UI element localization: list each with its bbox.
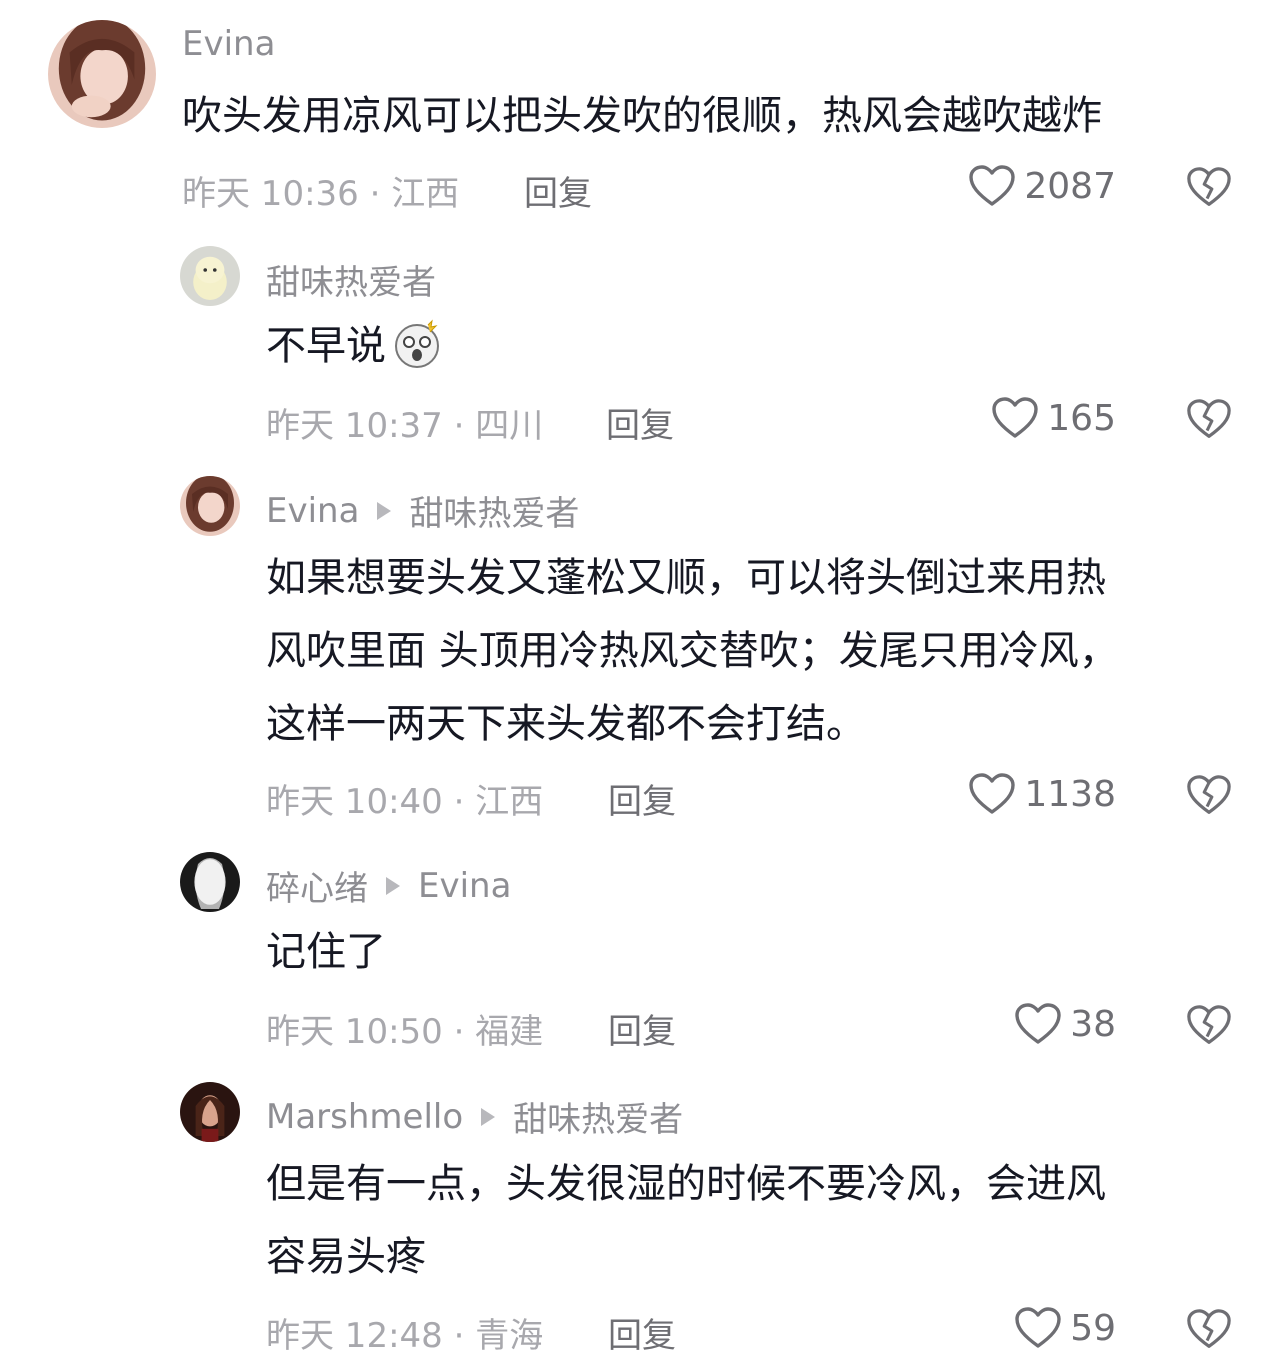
comment-text: 不早说: [266, 310, 1226, 383]
comment-text-line: 容易头疼: [266, 1234, 426, 1280]
author-name[interactable]: Marshmello: [266, 1097, 463, 1137]
comment-text: 吹头发用凉风可以把头发吹的很顺，热风会越吹越炸: [182, 93, 1102, 139]
comment-text-content: 不早说: [266, 323, 386, 369]
play-triangle-icon: [481, 1107, 496, 1126]
comment-text-line: 如果想要头发又蓬松又顺，可以将头倒过来用热: [266, 555, 1106, 601]
avatar-evina[interactable]: [180, 476, 240, 536]
reply-button[interactable]: 回复: [608, 1004, 676, 1053]
heart-outline-icon: [992, 397, 1038, 438]
reply-button[interactable]: 回复: [606, 398, 674, 447]
like-button[interactable]: 59: [1014, 1306, 1116, 1350]
like-button[interactable]: 2087: [968, 164, 1116, 208]
heart-outline-icon: [1015, 1003, 1061, 1044]
comment-author-line: Evina 甜味热爱者: [266, 486, 579, 535]
comment-text: 如果想要头发又蓬松又顺，可以将头倒过来用热 风吹里面 头顶用冷热风交替吹；发尾只…: [266, 542, 1226, 761]
comment-timestamp-location: 昨天 12:48 · 青海: [266, 1316, 544, 1356]
avatar-image: [180, 852, 240, 912]
shocked-face-emoji: [395, 319, 439, 368]
like-count: 1138: [1024, 773, 1116, 815]
author-name[interactable]: Evina: [266, 491, 359, 531]
broken-heart-icon: [1187, 775, 1231, 814]
heart-outline-icon: [969, 773, 1016, 814]
comment-author-line: 甜味热爱者: [266, 255, 436, 304]
play-triangle-icon: [386, 876, 400, 895]
like-count: 2087: [1024, 165, 1116, 207]
like-button[interactable]: 165: [991, 396, 1116, 440]
avatar-image: [180, 1082, 240, 1142]
avatar-evina[interactable]: [48, 20, 156, 128]
comment-text: 但是有一点，头发很湿的时候不要冷风，会进风 容易头疼: [266, 1148, 1226, 1294]
comment-timestamp-location: 昨天 10:50 · 福建: [266, 1012, 544, 1052]
like-count: 38: [1070, 1003, 1116, 1045]
broken-heart-icon: [1187, 167, 1231, 206]
author-name[interactable]: 碎心绪: [266, 861, 368, 910]
comment-text: 记住了: [266, 929, 386, 975]
avatar-image: [180, 246, 240, 306]
comment-timestamp-location: 昨天 10:40 · 江西: [266, 782, 544, 822]
play-triangle-icon: [377, 501, 392, 520]
reply-to-name[interactable]: 甜味热爱者: [513, 1092, 683, 1141]
reply-button[interactable]: 回复: [608, 774, 676, 823]
like-button[interactable]: 1138: [968, 772, 1116, 816]
comment-author-line: Marshmello 甜味热爱者: [266, 1092, 683, 1141]
dislike-button[interactable]: [1186, 1004, 1232, 1048]
comment-timestamp-location: 昨天 10:37 · 四川: [266, 406, 544, 446]
like-button[interactable]: 38: [1014, 1002, 1116, 1046]
reply-to-name[interactable]: Evina: [418, 866, 511, 906]
broken-heart-icon: [1187, 1309, 1231, 1348]
broken-heart-icon: [1187, 1005, 1231, 1044]
like-count: 165: [1047, 397, 1116, 439]
author-name[interactable]: 甜味热爱者: [266, 255, 436, 304]
dislike-button[interactable]: [1186, 166, 1232, 210]
avatar-tianwei[interactable]: [180, 246, 240, 306]
dislike-button[interactable]: [1186, 398, 1232, 442]
heart-outline-icon: [1015, 1307, 1061, 1348]
reply-to-name[interactable]: 甜味热爱者: [409, 486, 579, 535]
comment-author-line: Evina: [182, 24, 275, 64]
comment-author-line: 碎心绪 Evina: [266, 861, 511, 910]
avatar-image: [48, 20, 156, 128]
heart-outline-icon: [969, 165, 1016, 206]
reply-button[interactable]: 回复: [524, 166, 592, 215]
avatar-image: [180, 476, 240, 536]
comment-text-line: 这样一两天下来头发都不会打结。: [266, 701, 866, 747]
author-name[interactable]: Evina: [182, 24, 275, 64]
comment-timestamp-location: 昨天 10:36 · 江西: [182, 174, 460, 214]
broken-heart-icon: [1187, 399, 1231, 438]
dislike-button[interactable]: [1186, 1308, 1232, 1352]
reply-button[interactable]: 回复: [608, 1308, 676, 1357]
avatar-suixinxu[interactable]: [180, 852, 240, 912]
like-count: 59: [1070, 1307, 1116, 1349]
dislike-button[interactable]: [1186, 774, 1232, 818]
comment-text-line: 风吹里面 头顶用冷热风交替吹；发尾只用冷风，: [266, 628, 1119, 674]
avatar-marshmello[interactable]: [180, 1082, 240, 1142]
comment-text-line: 但是有一点，头发很湿的时候不要冷风，会进风: [266, 1161, 1106, 1207]
